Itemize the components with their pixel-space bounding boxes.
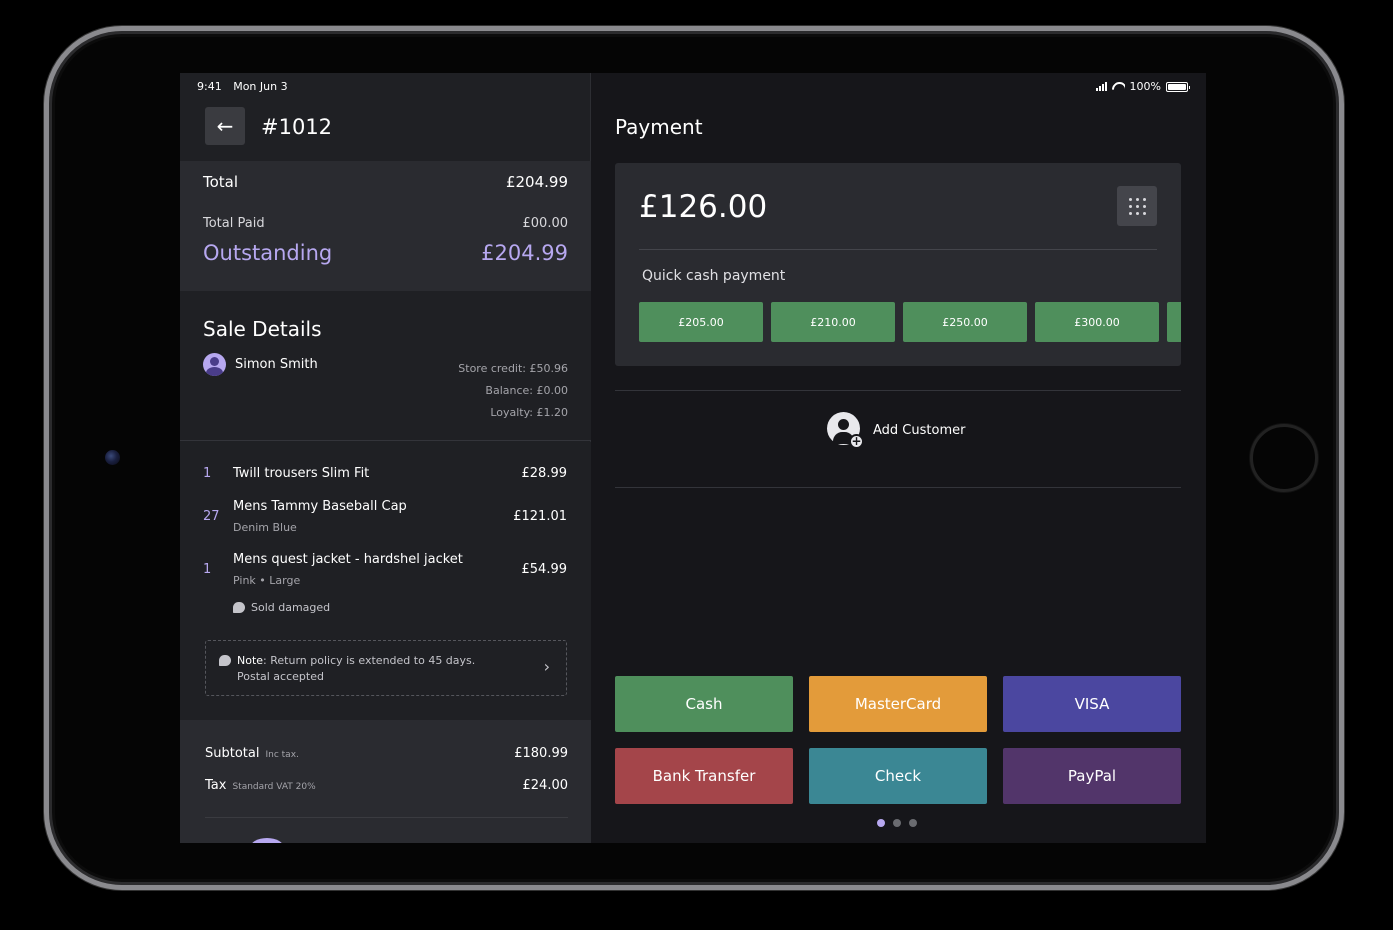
divider: [639, 249, 1157, 250]
outstanding-label: Outstanding: [203, 241, 333, 265]
subtotal-value: £180.99: [514, 746, 568, 761]
quick-cash-button[interactable]: £300.00: [1035, 302, 1159, 342]
item-note-text: Sold damaged: [251, 601, 331, 614]
add-customer-button[interactable]: + Add Customer: [827, 412, 966, 449]
keypad-button[interactable]: [1117, 186, 1157, 226]
customer-credits: Store credit: £50.96 Balance: £0.00 Loya…: [458, 358, 568, 424]
page-dot[interactable]: [877, 819, 885, 827]
item-variant: Pink • Large: [233, 574, 301, 587]
sale-details-title: Sale Details: [203, 317, 322, 341]
paypal-button[interactable]: PayPal: [1003, 748, 1181, 804]
loyalty: Loyalty: £1.20: [490, 406, 568, 419]
page-dot[interactable]: [909, 819, 917, 827]
signal-icon: [1095, 82, 1107, 91]
order-panel: 9:41 Mon Jun 3 ← #1012 Total £204.99 Tot…: [180, 73, 591, 843]
quick-cash-label: Quick cash payment: [642, 268, 786, 284]
quick-cash-button[interactable]: £250.00: [903, 302, 1027, 342]
item-name: Mens quest jacket - hardshel jacket: [233, 552, 463, 567]
keypad-icon: [1128, 197, 1132, 201]
mastercard-button[interactable]: MasterCard: [809, 676, 987, 732]
outstanding-value: £204.99: [481, 241, 568, 265]
amount-input[interactable]: £126.00: [639, 189, 767, 225]
status-bar-right: 100%: [1095, 80, 1190, 93]
paid-value: £00.00: [522, 216, 569, 231]
paid-label: Total Paid: [203, 216, 265, 231]
sale-details: Sale Details Simon Smith Store credit: £…: [180, 291, 591, 441]
quick-cash-button[interactable]: £210.00: [771, 302, 895, 342]
tax-hint: Standard VAT 20%: [232, 782, 316, 792]
avatar: [250, 838, 284, 843]
payment-summary: Total £204.99 Total Paid £00.00 Outstand…: [180, 161, 591, 291]
note-text: : Return policy is extended to 45 days.: [263, 654, 476, 667]
page-dot[interactable]: [893, 819, 901, 827]
status-date: Mon Jun 3: [233, 80, 288, 93]
order-totals: Subtotal Inc tax. £180.99 Tax Standard VAT…: [180, 720, 591, 843]
wifi-icon: [1112, 82, 1125, 92]
item-variant: Denim Blue: [233, 521, 297, 534]
order-number: #1012: [261, 115, 333, 139]
item-name: Mens Tammy Baseball Cap: [233, 499, 407, 514]
note-body: Note: Return policy is extended to 45 da…: [219, 653, 475, 685]
item-name: Twill trousers Slim Fit: [233, 466, 370, 481]
add-customer-label: Add Customer: [873, 422, 966, 438]
visa-button[interactable]: VISA: [1003, 676, 1181, 732]
amount-card: £126.00 Quick cash payment £205.00 £210.…: [615, 163, 1181, 366]
arrow-left-icon: ←: [216, 114, 234, 138]
comment-icon: [219, 655, 231, 666]
total-label: Total: [203, 173, 239, 191]
status-bar-left: 9:41 Mon Jun 3: [197, 80, 288, 93]
home-button[interactable]: [1250, 424, 1318, 492]
avatar: [203, 353, 226, 376]
divider: [615, 390, 1181, 391]
comment-icon: [233, 602, 245, 613]
balance: Balance: £0.00: [485, 384, 568, 397]
subtotal-hint: Inc tax.: [265, 750, 299, 760]
note-label: Note: [237, 654, 264, 667]
divider: [205, 817, 568, 818]
order-note[interactable]: Note: Return policy is extended to 45 da…: [205, 640, 567, 696]
quick-cash-button[interactable]: £205.00: [639, 302, 763, 342]
battery-percent: 100%: [1129, 80, 1161, 93]
add-person-icon: +: [827, 412, 864, 449]
subtotal-label: Subtotal: [205, 746, 260, 761]
total-value: £204.99: [505, 173, 568, 191]
status-time: 9:41: [197, 80, 222, 93]
divider: [615, 487, 1181, 488]
item-note: Sold damaged: [233, 601, 330, 614]
tax-label: Tax: [205, 778, 227, 793]
quick-cash-button-partial[interactable]: [1167, 302, 1181, 342]
item-qty: 27: [203, 509, 220, 524]
check-button[interactable]: Check: [809, 748, 987, 804]
item-price: £54.99: [521, 562, 568, 577]
payment-panel: 100% Payment £126.00 Quick cash payment …: [591, 73, 1206, 843]
payment-methods: Cash MasterCard VISA Bank Transfer Check…: [615, 676, 1181, 804]
item-price: £121.01: [513, 509, 567, 524]
back-button[interactable]: ←: [205, 107, 245, 145]
front-camera: [105, 450, 120, 465]
store-credit: Store credit: £50.96: [458, 362, 568, 375]
page-indicator[interactable]: [877, 819, 917, 827]
chevron-right-icon: ›: [543, 657, 550, 676]
cash-button[interactable]: Cash: [615, 676, 793, 732]
customer-name: Simon Smith: [235, 357, 318, 372]
quick-cash-row: £205.00 £210.00 £250.00 £300.00: [639, 302, 1181, 342]
tax-value: £24.00: [522, 778, 569, 793]
bank-transfer-button[interactable]: Bank Transfer: [615, 748, 793, 804]
screen: 9:41 Mon Jun 3 ← #1012 Total £204.99 Tot…: [180, 73, 1206, 843]
page-title: Payment: [615, 115, 703, 139]
item-qty: 1: [203, 466, 212, 481]
note-text-2: Postal accepted: [237, 670, 324, 683]
battery-icon: [1166, 81, 1190, 92]
item-price: £28.99: [521, 466, 568, 481]
customer[interactable]: Simon Smith: [203, 353, 318, 376]
item-qty: 1: [203, 562, 212, 577]
